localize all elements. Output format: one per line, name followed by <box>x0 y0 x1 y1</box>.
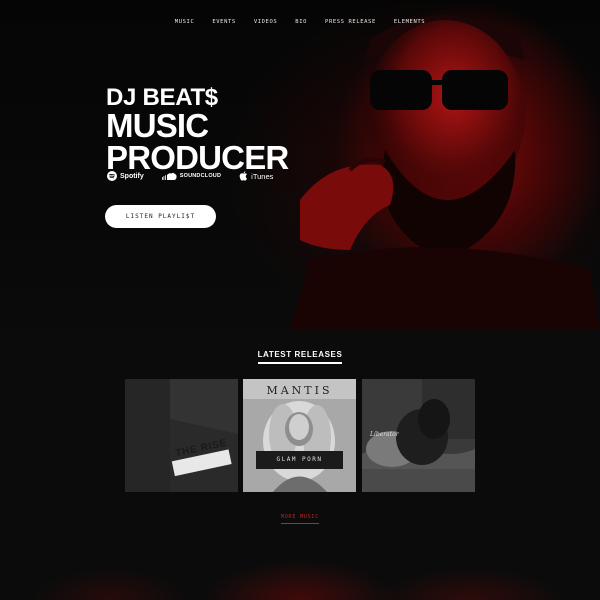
itunes-link[interactable]: iTunes <box>239 171 273 181</box>
more-music-link[interactable]: MORE MUSIC <box>280 514 320 524</box>
listen-playlist-button[interactable]: LISTEN PLAYLI$T <box>105 205 216 228</box>
hero-headline: DJ BEAT$ MUSIC PRODUCER <box>106 86 289 176</box>
nav-item-elements[interactable]: ELEMENTS <box>385 18 434 26</box>
more-music-container: MORE MUSIC <box>0 505 600 524</box>
nav-item-events[interactable]: EVENTS <box>203 18 244 26</box>
bottom-glow <box>0 520 600 600</box>
title-line-music: MUSIC <box>106 107 209 144</box>
title-line-producer: PRODUCER <box>106 139 289 176</box>
album-cover-the-rise <box>125 379 238 492</box>
spotify-label: Spotify <box>120 172 144 180</box>
cover-text-glam-porn: GLAM PORN <box>256 451 343 469</box>
spotify-link[interactable]: Spotify <box>107 171 144 181</box>
soundcloud-label: SOUNDCLOUD <box>179 173 222 179</box>
nav-item-press-release[interactable]: PRESS RELEASE <box>316 18 385 26</box>
artist-mantis: MANTIS <box>266 384 333 397</box>
producer-portrait-image <box>290 15 600 330</box>
release-card-mantis[interactable]: MANTIS GLAM PORN <box>243 379 356 492</box>
latest-releases-heading: LATEST RELEASES <box>0 344 600 364</box>
apple-icon <box>239 171 248 181</box>
soundcloud-icon <box>161 172 177 180</box>
release-card-the-rise[interactable]: THE RISE <box>125 379 238 492</box>
soundcloud-link[interactable]: SOUNDCLOUD <box>161 172 222 180</box>
release-card-liberator[interactable]: Liberator <box>362 379 475 492</box>
latest-releases-label: LATEST RELEASES <box>257 350 343 364</box>
nav-item-videos[interactable]: VIDEOS <box>245 18 286 26</box>
cover-text-liberator: Liberator <box>370 431 399 438</box>
spotify-icon <box>107 171 117 181</box>
nav-item-bio[interactable]: BIO <box>286 18 316 26</box>
nav-item-music[interactable]: MUSIC <box>166 18 204 26</box>
itunes-label: iTunes <box>251 171 274 181</box>
streaming-services: Spotify SOUNDCLOUD iTunes <box>107 171 291 181</box>
top-nav: MUSIC EVENTS VIDEOS BIO PRESS RELEASE EL… <box>0 18 600 26</box>
